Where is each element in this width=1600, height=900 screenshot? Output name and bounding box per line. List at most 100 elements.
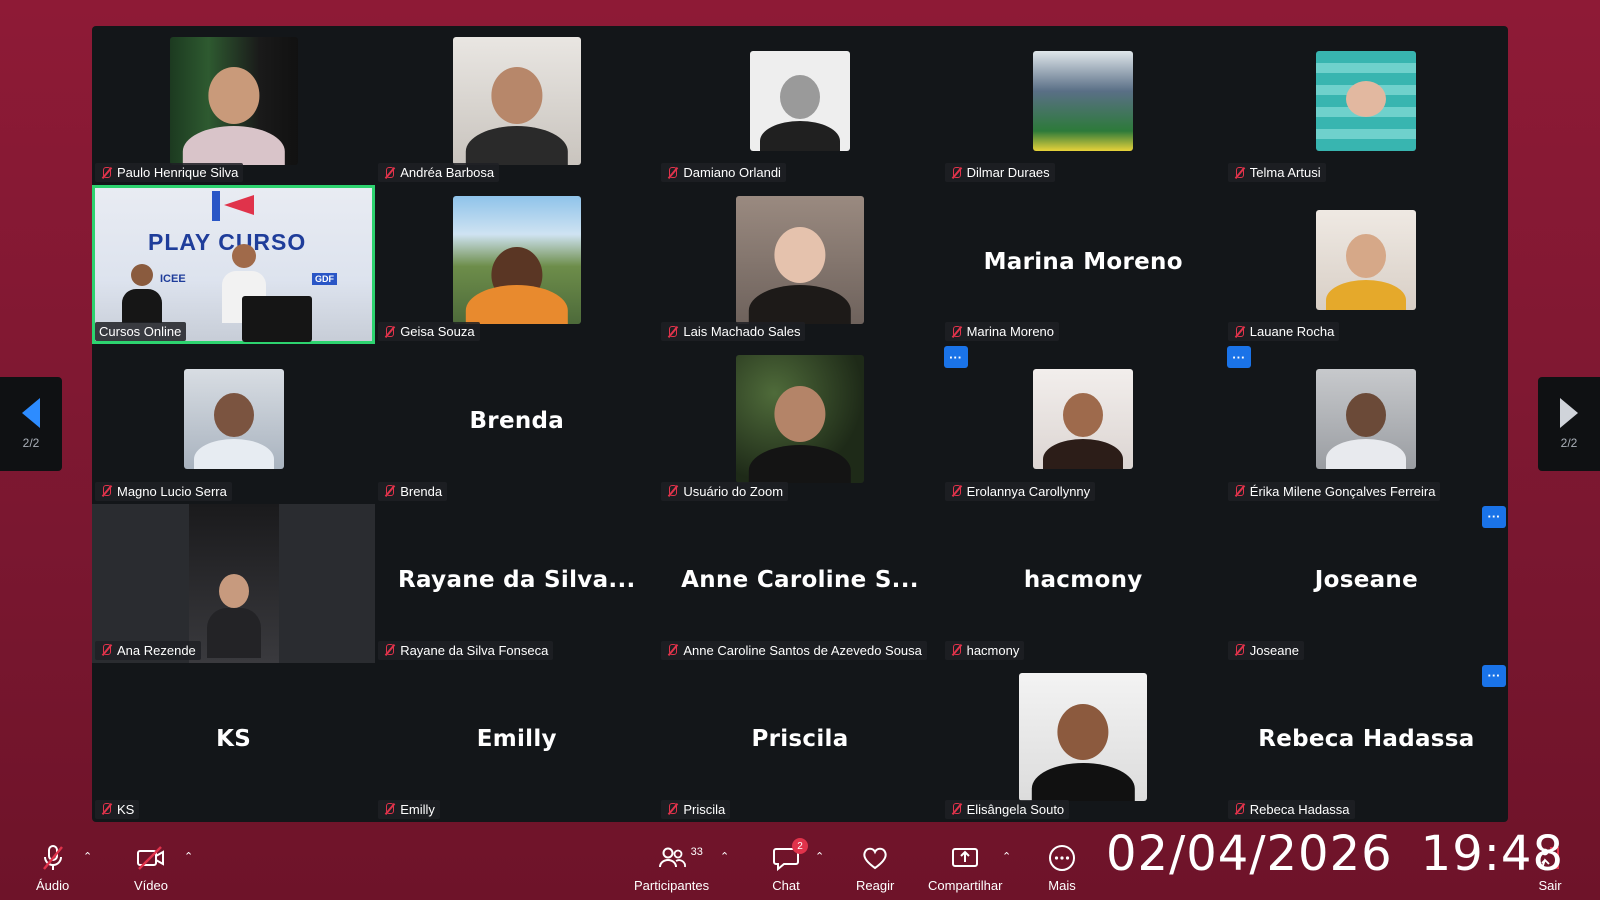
- participant-name-tag: Andréa Barbosa: [378, 163, 500, 183]
- video-gallery: Paulo Henrique Silva Andréa Barbosa Dami…: [92, 26, 1508, 822]
- participants-count: 33: [690, 846, 703, 858]
- share-screen-icon: [950, 844, 980, 872]
- participant-tile[interactable]: Andréa Barbosa: [375, 26, 658, 185]
- share-button[interactable]: Compartilhar: [928, 844, 1002, 893]
- participant-tile[interactable]: ··· Joseane Joseane: [1225, 504, 1508, 663]
- participant-tile[interactable]: Damiano Orlandi: [658, 26, 941, 185]
- mic-muted-icon: [1232, 643, 1246, 657]
- participant-tile[interactable]: Geisa Souza: [375, 185, 658, 344]
- participant-name-tag: Marina Moreno: [944, 322, 1060, 342]
- participant-video: [1033, 368, 1134, 469]
- participant-name-tag: Anne Caroline Santos de Azevedo Sousa: [661, 640, 927, 660]
- participant-tile[interactable]: Marina Moreno Marina Moreno: [942, 185, 1225, 344]
- previous-page-button[interactable]: 2/2: [0, 377, 62, 471]
- next-page-button[interactable]: 2/2: [1538, 377, 1600, 471]
- more-options-button[interactable]: ···: [1482, 505, 1506, 528]
- participant-tile[interactable]: Priscila Priscila: [658, 663, 941, 822]
- participant-display-name: Brenda: [469, 407, 565, 434]
- audio-options-caret[interactable]: ⌃: [83, 850, 92, 863]
- participant-display-name: Priscila: [751, 726, 849, 753]
- participant-tile[interactable]: Paulo Henrique Silva: [92, 26, 375, 185]
- more-button[interactable]: Mais: [1048, 844, 1076, 893]
- mic-muted-icon: [382, 166, 396, 180]
- mic-muted-icon: [99, 802, 113, 816]
- mic-muted-icon: [665, 643, 679, 657]
- heart-icon: [861, 844, 889, 872]
- banner-logo: [212, 191, 256, 222]
- participant-name-tag: Lais Machado Sales: [661, 322, 806, 342]
- participant-name-tag: KS: [95, 799, 140, 819]
- participant-tile[interactable]: Magno Lucio Serra: [92, 344, 375, 503]
- react-button[interactable]: Reagir: [856, 844, 894, 893]
- page-indicator: 2/2: [1560, 436, 1578, 450]
- participants-options-caret[interactable]: ⌃: [720, 850, 729, 863]
- participant-tile[interactable]: Rayane da Silva... Rayane da Silva Fonse…: [375, 504, 658, 663]
- participant-name-tag: Rayane da Silva Fonseca: [378, 640, 554, 660]
- participant-video: [1316, 209, 1417, 310]
- time-display: 19:48: [1420, 826, 1564, 882]
- participant-tile[interactable]: Anne Caroline S... Anne Caroline Santos …: [658, 504, 941, 663]
- mic-muted-icon: [382, 643, 396, 657]
- share-options-caret[interactable]: ⌃: [1002, 850, 1011, 863]
- participant-video: [749, 50, 850, 151]
- participant-video: [452, 195, 581, 324]
- participant-name-tag: Erolannya Carollynny: [944, 481, 1096, 501]
- participant-name-tag: Emilly: [378, 799, 440, 819]
- participant-display-name: Emilly: [476, 726, 557, 753]
- participant-name-tag: Cursos Online: [95, 322, 187, 342]
- participant-video: [169, 36, 298, 165]
- participant-display-name: hacmony: [1023, 567, 1143, 594]
- participant-name-tag: Elisângela Souto: [944, 799, 1070, 819]
- active-speaker-tile[interactable]: PLAY CURSO ICEE GDF Cursos Online: [92, 185, 376, 345]
- banner-sponsor: ICEE: [160, 273, 186, 286]
- mic-muted-icon: [665, 484, 679, 498]
- mic-muted-icon: [665, 802, 679, 816]
- participants-button[interactable]: 33 Participantes: [634, 844, 709, 893]
- mic-muted-icon: [949, 166, 963, 180]
- participant-name-tag: Paulo Henrique Silva: [95, 163, 244, 183]
- participant-tile[interactable]: Brenda Brenda: [375, 344, 658, 503]
- participant-tile[interactable]: Ana Rezende: [92, 503, 376, 663]
- more-options-button[interactable]: ···: [943, 346, 968, 369]
- mic-muted-icon: [1232, 325, 1246, 339]
- chat-options-caret[interactable]: ⌃: [815, 850, 824, 863]
- date-time-overlay: 02/04/2026 19:48: [1106, 826, 1564, 882]
- participant-tile[interactable]: ··· Érika Milene Gonçalves Ferreira: [1225, 344, 1508, 503]
- participant-display-name: Rayane da Silva...: [398, 567, 636, 594]
- participant-tile[interactable]: ··· Rebeca Hadassa Rebeca Hadassa: [1225, 663, 1508, 822]
- chat-button[interactable]: 2 Chat: [772, 838, 808, 893]
- participant-tile[interactable]: hacmony hacmony: [942, 504, 1225, 663]
- mic-muted-icon: [665, 166, 679, 180]
- participant-name-tag: Magno Lucio Serra: [95, 481, 232, 501]
- participant-tile[interactable]: Lais Machado Sales: [658, 185, 941, 344]
- participant-tile[interactable]: Usuário do Zoom: [658, 344, 941, 503]
- more-options-button[interactable]: ···: [1226, 346, 1251, 369]
- participant-name-tag: Joseane: [1227, 640, 1304, 660]
- participant-tile[interactable]: KS KS: [92, 663, 375, 822]
- audio-button[interactable]: Áudio: [36, 844, 69, 893]
- participant-tile[interactable]: Dilmar Duraes: [942, 26, 1225, 185]
- participant-name-tag: Érika Milene Gonçalves Ferreira: [1227, 481, 1441, 501]
- participant-name-tag: Damiano Orlandi: [661, 163, 786, 183]
- laptop: [242, 296, 312, 343]
- participant-name-tag: hacmony: [944, 640, 1025, 660]
- participant-tile[interactable]: Elisângela Souto: [942, 663, 1225, 822]
- participant-name-tag: Priscila: [661, 799, 731, 819]
- mic-muted-icon: [99, 643, 113, 657]
- participant-video: [735, 354, 864, 483]
- participant-display-name: Joseane: [1314, 567, 1419, 594]
- participant-tile[interactable]: Emilly Emilly: [375, 663, 658, 822]
- more-options-button[interactable]: ···: [1482, 664, 1506, 687]
- participant-video: [1316, 368, 1417, 469]
- participant-tile[interactable]: Lauane Rocha: [1225, 185, 1508, 344]
- participant-tile[interactable]: ··· Erolannya Carollynny: [942, 344, 1225, 503]
- participant-display-name: KS: [216, 726, 252, 753]
- chat-badge: 2: [792, 838, 808, 854]
- video-options-caret[interactable]: ⌃: [184, 850, 193, 863]
- participant-name-tag: Rebeca Hadassa: [1227, 799, 1355, 819]
- mic-muted-icon: [1232, 484, 1246, 498]
- participant-tile[interactable]: Telma Artusi: [1225, 26, 1508, 185]
- video-button[interactable]: Vídeo: [134, 844, 168, 893]
- participant-video: [1019, 673, 1148, 802]
- mic-muted-icon: [1232, 166, 1246, 180]
